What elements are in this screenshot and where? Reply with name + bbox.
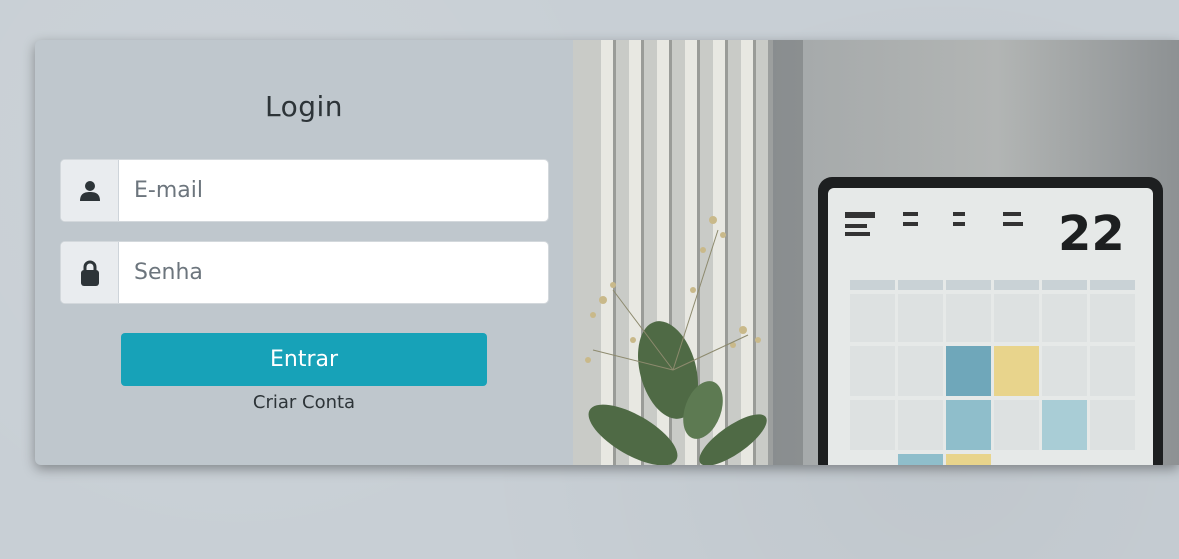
password-field [60, 241, 549, 304]
lock-icon [61, 242, 119, 303]
password-input[interactable] [119, 242, 548, 303]
login-title: Login [264, 90, 344, 123]
create-account-link[interactable]: Criar Conta [35, 392, 573, 413]
login-card: Login Entrar Criar Conta [35, 40, 1179, 465]
login-button[interactable]: Entrar [121, 333, 487, 386]
login-form: Login Entrar Criar Conta [35, 40, 573, 465]
user-icon [61, 160, 119, 221]
calendar-photo: 22 [573, 40, 1179, 465]
calendar-day-number: 22 [1058, 206, 1125, 262]
email-input[interactable] [119, 160, 548, 221]
email-field [60, 159, 549, 222]
